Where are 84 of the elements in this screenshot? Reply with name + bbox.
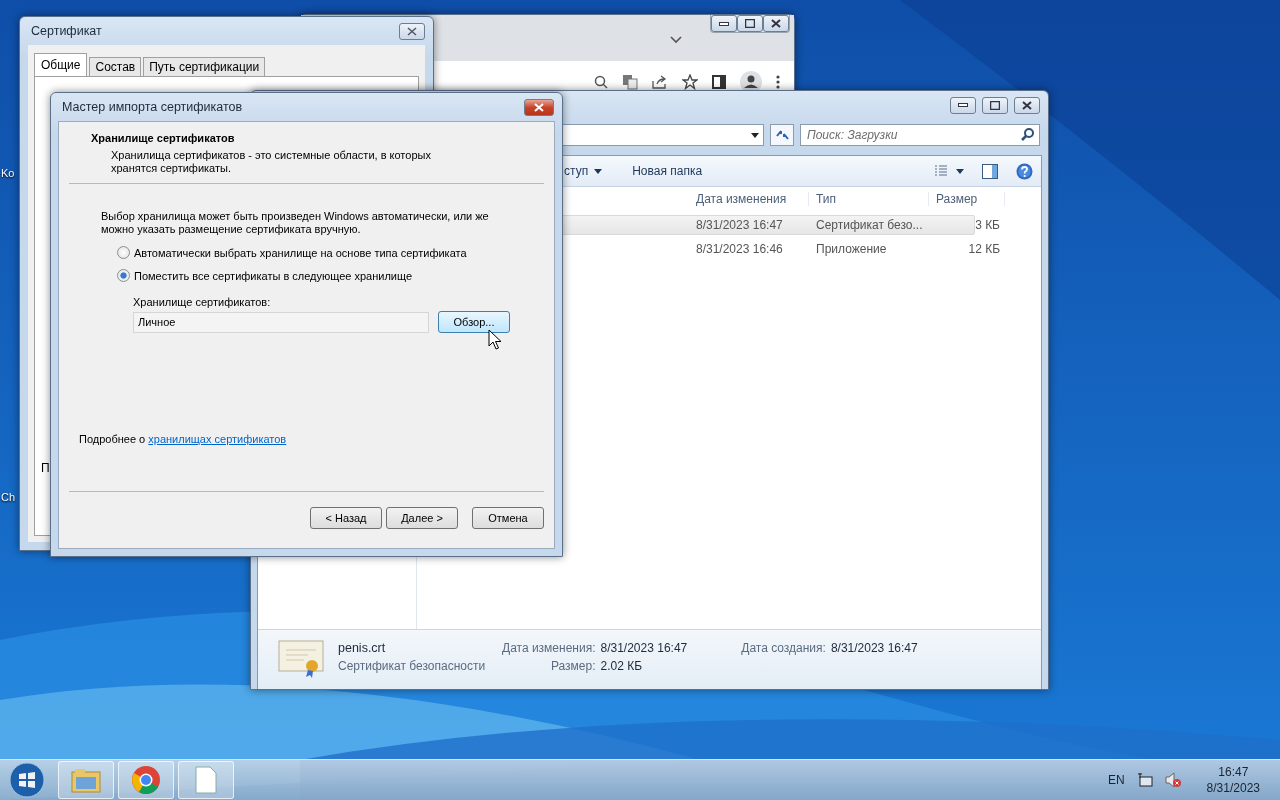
minimize-icon bbox=[719, 21, 729, 26]
tab[interactable]: Состав bbox=[89, 57, 142, 77]
document-icon bbox=[195, 766, 217, 794]
store-field[interactable]: Личное bbox=[133, 311, 429, 333]
close-icon bbox=[771, 19, 781, 28]
table-cell-text: 3 КБ bbox=[974, 218, 1001, 232]
section-heading: Хранилище сертификатов bbox=[91, 132, 236, 144]
toolbar-button[interactable]: ступ bbox=[564, 164, 603, 178]
close-button[interactable] bbox=[524, 98, 554, 116]
file-name: penis.crt bbox=[338, 641, 387, 655]
detail-label: Размер: bbox=[549, 659, 596, 673]
field-label: Хранилище сертификатов: bbox=[133, 296, 272, 308]
search-field[interactable]: Поиск: Загрузки bbox=[800, 124, 1040, 146]
minimize-icon bbox=[958, 103, 968, 107]
network-icon[interactable] bbox=[1136, 772, 1153, 788]
maximize-button[interactable] bbox=[737, 15, 763, 32]
table-cell-text: 8/31/2023 16:47 bbox=[695, 218, 784, 232]
file-type: Сертификат безопасности bbox=[338, 659, 487, 673]
tab[interactable]: Путь сертификации bbox=[143, 57, 266, 77]
cursor-icon bbox=[488, 329, 502, 350]
column-header[interactable]: Размер bbox=[929, 192, 1005, 206]
maximize-button[interactable] bbox=[982, 96, 1008, 114]
view-options-icon[interactable] bbox=[934, 165, 964, 177]
tab[interactable]: Общие bbox=[34, 53, 88, 77]
star-icon[interactable] bbox=[682, 74, 698, 90]
toolbar-button[interactable]: Новая папка bbox=[632, 164, 703, 178]
close-button[interactable] bbox=[1014, 96, 1040, 114]
cancel-button[interactable]: Отмена bbox=[472, 507, 544, 529]
clock-date: 8/31/2023 bbox=[1206, 781, 1260, 795]
close-icon bbox=[1022, 100, 1032, 110]
menu-icon[interactable] bbox=[776, 75, 780, 89]
table-cell-text: Сертификат безо... bbox=[815, 218, 924, 232]
window-title: Сертификат bbox=[31, 24, 103, 38]
clock[interactable]: 16:47 8/31/2023 bbox=[1206, 765, 1260, 795]
certificate-icon bbox=[278, 638, 324, 678]
radio-option[interactable]: Поместить все сертификаты в следующее хранилище bbox=[117, 269, 534, 282]
language-indicator[interactable]: EN bbox=[1107, 773, 1125, 787]
refresh-icon bbox=[775, 129, 789, 141]
muted-speaker-icon[interactable] bbox=[1164, 772, 1181, 788]
search-icon[interactable] bbox=[594, 75, 608, 89]
instruction-text: Выбор хранилища может быть произведен Windows автоматически, или же можно указать размещение сертификата вручную. bbox=[101, 210, 490, 236]
close-icon bbox=[534, 102, 544, 112]
detail-value: 8/31/2023 16:47 bbox=[600, 641, 688, 655]
label-fragment: П bbox=[41, 461, 51, 475]
share-icon[interactable] bbox=[652, 75, 668, 89]
browse-button[interactable]: Обзор... bbox=[438, 311, 510, 333]
browser-icon bbox=[131, 765, 161, 795]
translate-icon[interactable] bbox=[622, 74, 638, 90]
chevron-down-icon[interactable] bbox=[670, 36, 682, 44]
help-icon[interactable] bbox=[1016, 162, 1033, 180]
preview-pane-icon[interactable] bbox=[982, 163, 998, 179]
refresh-button[interactable] bbox=[770, 124, 794, 146]
window-title: Мастер импорта сертификатов bbox=[62, 100, 244, 114]
clock-time: 16:47 bbox=[1218, 765, 1249, 779]
detail-value: 8/31/2023 16:47 bbox=[830, 641, 918, 655]
desktop-icon-label: Ko bbox=[1, 167, 15, 179]
back-button[interactable]: < Назад bbox=[310, 507, 382, 529]
detail-value: 2.02 КБ bbox=[600, 659, 644, 673]
detail-label: Дата создания: bbox=[741, 641, 826, 655]
column-header[interactable]: Тип bbox=[809, 192, 929, 206]
minimize-button[interactable] bbox=[711, 15, 737, 32]
column-header[interactable]: Дата изменения bbox=[689, 192, 809, 206]
maximize-icon bbox=[745, 19, 755, 28]
dropdown-icon bbox=[751, 132, 759, 138]
table-cell-text: 8/31/2023 16:46 bbox=[695, 242, 784, 256]
close-button[interactable] bbox=[763, 15, 789, 32]
side-panel-icon[interactable] bbox=[712, 75, 726, 89]
radio-option[interactable]: Автоматически выбрать хранилище на основе типа сертификата bbox=[117, 246, 534, 259]
close-button[interactable] bbox=[399, 22, 425, 40]
search-icon bbox=[1021, 128, 1034, 141]
windows-flag-icon bbox=[9, 762, 45, 798]
table-cell-text: 12 КБ bbox=[967, 242, 1001, 256]
folder-icon bbox=[71, 767, 101, 793]
help-text: Подробнее о хранилищах сертификатов bbox=[79, 433, 288, 445]
close-icon bbox=[407, 26, 417, 36]
desktop-icon-label: Ch bbox=[1, 491, 16, 503]
taskbar-button[interactable] bbox=[118, 761, 174, 799]
help-link[interactable]: хранилищах сертификатов bbox=[148, 433, 287, 445]
section-description: Хранилища сертификатов - это системные области, в которых хранятся сертификаты. bbox=[111, 149, 432, 175]
table-cell-text: Приложение bbox=[815, 242, 888, 256]
minimize-button[interactable] bbox=[950, 96, 976, 114]
maximize-icon bbox=[990, 100, 1000, 110]
next-button[interactable]: Далее > bbox=[386, 507, 458, 529]
detail-label: Дата изменения: bbox=[502, 641, 596, 655]
